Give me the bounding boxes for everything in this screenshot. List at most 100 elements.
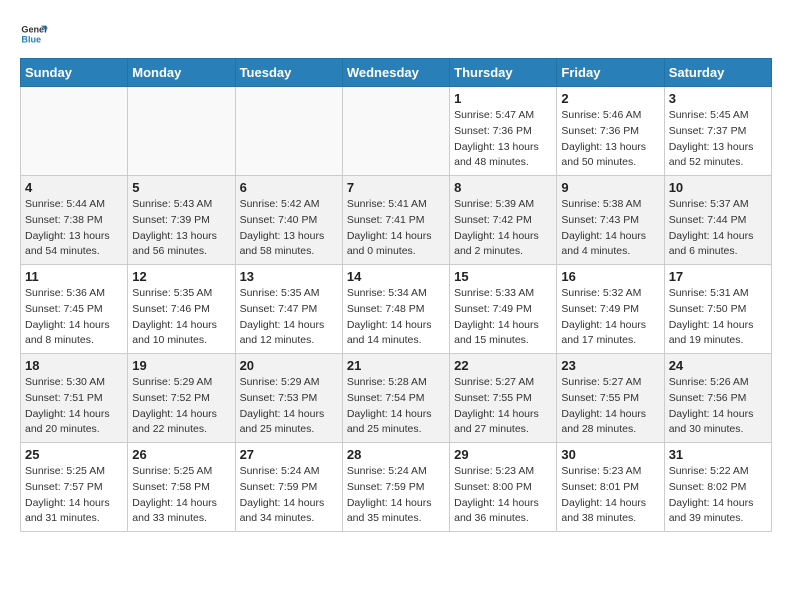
day-detail: Sunrise: 5:25 AMSunset: 7:57 PMDaylight:… xyxy=(25,464,123,527)
weekday-wednesday: Wednesday xyxy=(342,59,449,87)
day-number: 17 xyxy=(669,269,767,284)
day-number: 14 xyxy=(347,269,445,284)
weekday-sunday: Sunday xyxy=(21,59,128,87)
day-detail: Sunrise: 5:27 AMSunset: 7:55 PMDaylight:… xyxy=(561,375,659,438)
day-number: 6 xyxy=(240,180,338,195)
day-number: 7 xyxy=(347,180,445,195)
day-number: 9 xyxy=(561,180,659,195)
day-detail: Sunrise: 5:37 AMSunset: 7:44 PMDaylight:… xyxy=(669,197,767,260)
logo-icon: General Blue xyxy=(20,20,48,48)
calendar-cell: 24 Sunrise: 5:26 AMSunset: 7:56 PMDayligh… xyxy=(664,354,771,443)
calendar-cell: 16 Sunrise: 5:32 AMSunset: 7:49 PMDayligh… xyxy=(557,265,664,354)
day-detail: Sunrise: 5:25 AMSunset: 7:58 PMDaylight:… xyxy=(132,464,230,527)
day-number: 13 xyxy=(240,269,338,284)
svg-text:Blue: Blue xyxy=(21,34,41,44)
calendar-cell xyxy=(21,87,128,176)
calendar-cell: 21 Sunrise: 5:28 AMSunset: 7:54 PMDayligh… xyxy=(342,354,449,443)
calendar-cell: 27 Sunrise: 5:24 AMSunset: 7:59 PMDayligh… xyxy=(235,443,342,532)
calendar-cell: 8 Sunrise: 5:39 AMSunset: 7:42 PMDaylight… xyxy=(450,176,557,265)
calendar-table: SundayMondayTuesdayWednesdayThursdayFrid… xyxy=(20,58,772,532)
day-number: 1 xyxy=(454,91,552,106)
day-detail: Sunrise: 5:28 AMSunset: 7:54 PMDaylight:… xyxy=(347,375,445,438)
day-number: 30 xyxy=(561,447,659,462)
day-number: 16 xyxy=(561,269,659,284)
day-number: 27 xyxy=(240,447,338,462)
day-detail: Sunrise: 5:23 AMSunset: 8:00 PMDaylight:… xyxy=(454,464,552,527)
day-number: 11 xyxy=(25,269,123,284)
calendar-cell: 30 Sunrise: 5:23 AMSunset: 8:01 PMDayligh… xyxy=(557,443,664,532)
calendar-cell: 19Sunrise: 5:29 AMSunset: 7:52 PMDayligh… xyxy=(128,354,235,443)
day-detail: Sunrise: 5:46 AMSunset: 7:36 PMDaylight:… xyxy=(561,108,659,171)
day-number: 24 xyxy=(669,358,767,373)
day-detail: Sunrise: 5:26 AMSunset: 7:56 PMDaylight:… xyxy=(669,375,767,438)
day-number: 31 xyxy=(669,447,767,462)
calendar-cell: 11 Sunrise: 5:36 AMSunset: 7:45 PMDayligh… xyxy=(21,265,128,354)
day-detail: Sunrise: 5:23 AMSunset: 8:01 PMDaylight:… xyxy=(561,464,659,527)
calendar-cell: 28 Sunrise: 5:24 AMSunset: 7:59 PMDayligh… xyxy=(342,443,449,532)
weekday-tuesday: Tuesday xyxy=(235,59,342,87)
calendar-cell: 15 Sunrise: 5:33 AMSunset: 7:49 PMDayligh… xyxy=(450,265,557,354)
page-header: General Blue xyxy=(20,20,772,48)
calendar-week-1: 1Sunrise: 5:47 AMSunset: 7:36 PMDaylight… xyxy=(21,87,772,176)
calendar-cell: 2 Sunrise: 5:46 AMSunset: 7:36 PMDaylight… xyxy=(557,87,664,176)
day-number: 8 xyxy=(454,180,552,195)
day-number: 23 xyxy=(561,358,659,373)
calendar-cell: 13Sunrise: 5:35 AMSunset: 7:47 PMDayligh… xyxy=(235,265,342,354)
day-number: 22 xyxy=(454,358,552,373)
day-number: 19 xyxy=(132,358,230,373)
day-number: 18 xyxy=(25,358,123,373)
day-detail: Sunrise: 5:24 AMSunset: 7:59 PMDaylight:… xyxy=(240,464,338,527)
day-detail: Sunrise: 5:24 AMSunset: 7:59 PMDaylight:… xyxy=(347,464,445,527)
day-number: 10 xyxy=(669,180,767,195)
day-detail: Sunrise: 5:29 AMSunset: 7:53 PMDaylight:… xyxy=(240,375,338,438)
day-detail: Sunrise: 5:39 AMSunset: 7:42 PMDaylight:… xyxy=(454,197,552,260)
calendar-cell: 25 Sunrise: 5:25 AMSunset: 7:57 PMDayligh… xyxy=(21,443,128,532)
day-detail: Sunrise: 5:43 AMSunset: 7:39 PMDaylight:… xyxy=(132,197,230,260)
calendar-cell: 26 Sunrise: 5:25 AMSunset: 7:58 PMDayligh… xyxy=(128,443,235,532)
day-detail: Sunrise: 5:44 AMSunset: 7:38 PMDaylight:… xyxy=(25,197,123,260)
calendar-cell: 22 Sunrise: 5:27 AMSunset: 7:55 PMDayligh… xyxy=(450,354,557,443)
day-number: 5 xyxy=(132,180,230,195)
calendar-week-2: 4Sunrise: 5:44 AMSunset: 7:38 PMDaylight… xyxy=(21,176,772,265)
weekday-monday: Monday xyxy=(128,59,235,87)
day-detail: Sunrise: 5:38 AMSunset: 7:43 PMDaylight:… xyxy=(561,197,659,260)
day-number: 26 xyxy=(132,447,230,462)
calendar-cell: 3 Sunrise: 5:45 AMSunset: 7:37 PMDaylight… xyxy=(664,87,771,176)
weekday-thursday: Thursday xyxy=(450,59,557,87)
calendar-cell: 31 Sunrise: 5:22 AMSunset: 8:02 PMDayligh… xyxy=(664,443,771,532)
calendar-cell: 10 Sunrise: 5:37 AMSunset: 7:44 PMDayligh… xyxy=(664,176,771,265)
day-number: 2 xyxy=(561,91,659,106)
calendar-cell: 4Sunrise: 5:44 AMSunset: 7:38 PMDaylight… xyxy=(21,176,128,265)
calendar-cell: 17 Sunrise: 5:31 AMSunset: 7:50 PMDayligh… xyxy=(664,265,771,354)
day-detail: Sunrise: 5:35 AMSunset: 7:46 PMDaylight:… xyxy=(132,286,230,349)
day-detail: Sunrise: 5:22 AMSunset: 8:02 PMDaylight:… xyxy=(669,464,767,527)
day-number: 20 xyxy=(240,358,338,373)
day-number: 21 xyxy=(347,358,445,373)
calendar-cell: 23 Sunrise: 5:27 AMSunset: 7:55 PMDayligh… xyxy=(557,354,664,443)
weekday-saturday: Saturday xyxy=(664,59,771,87)
calendar-cell: 20 Sunrise: 5:29 AMSunset: 7:53 PMDayligh… xyxy=(235,354,342,443)
calendar-cell xyxy=(235,87,342,176)
day-detail: Sunrise: 5:34 AMSunset: 7:48 PMDaylight:… xyxy=(347,286,445,349)
day-number: 15 xyxy=(454,269,552,284)
calendar-cell xyxy=(342,87,449,176)
day-detail: Sunrise: 5:36 AMSunset: 7:45 PMDaylight:… xyxy=(25,286,123,349)
calendar-week-5: 25 Sunrise: 5:25 AMSunset: 7:57 PMDayligh… xyxy=(21,443,772,532)
logo: General Blue xyxy=(20,20,48,48)
day-detail: Sunrise: 5:32 AMSunset: 7:49 PMDaylight:… xyxy=(561,286,659,349)
calendar-cell: 14 Sunrise: 5:34 AMSunset: 7:48 PMDayligh… xyxy=(342,265,449,354)
day-number: 28 xyxy=(347,447,445,462)
weekday-header-row: SundayMondayTuesdayWednesdayThursdayFrid… xyxy=(21,59,772,87)
day-detail: Sunrise: 5:31 AMSunset: 7:50 PMDaylight:… xyxy=(669,286,767,349)
day-number: 25 xyxy=(25,447,123,462)
day-detail: Sunrise: 5:45 AMSunset: 7:37 PMDaylight:… xyxy=(669,108,767,171)
day-detail: Sunrise: 5:33 AMSunset: 7:49 PMDaylight:… xyxy=(454,286,552,349)
calendar-body: 1Sunrise: 5:47 AMSunset: 7:36 PMDaylight… xyxy=(21,87,772,532)
day-detail: Sunrise: 5:27 AMSunset: 7:55 PMDaylight:… xyxy=(454,375,552,438)
day-detail: Sunrise: 5:42 AMSunset: 7:40 PMDaylight:… xyxy=(240,197,338,260)
calendar-cell: 1Sunrise: 5:47 AMSunset: 7:36 PMDaylight… xyxy=(450,87,557,176)
calendar-cell: 18Sunrise: 5:30 AMSunset: 7:51 PMDayligh… xyxy=(21,354,128,443)
day-number: 12 xyxy=(132,269,230,284)
day-number: 3 xyxy=(669,91,767,106)
calendar-cell: 6 Sunrise: 5:42 AMSunset: 7:40 PMDaylight… xyxy=(235,176,342,265)
